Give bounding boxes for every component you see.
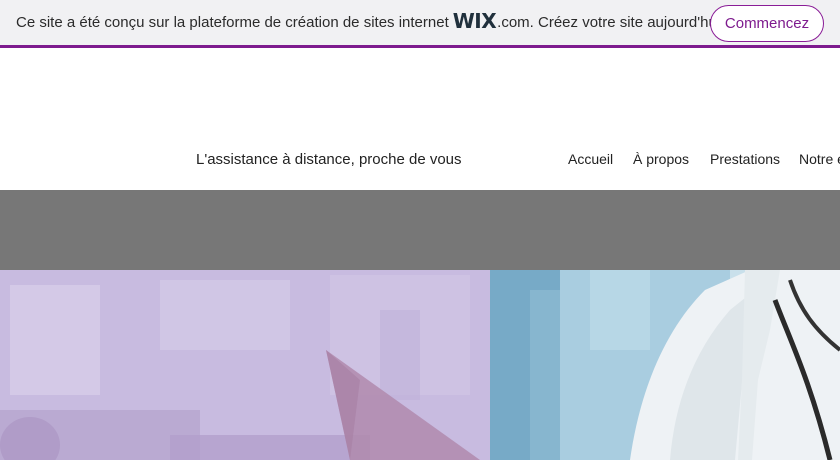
start-button[interactable]: Commencez [710, 5, 824, 42]
hero-image-right [490, 270, 840, 460]
site-header: L'assistance à distance, proche de vous … [0, 51, 840, 190]
banner-text-before: Ce site a été conçu sur la plateforme de… [16, 14, 449, 31]
wix-promo-banner: Ce site a été conçu sur la plateforme de… [0, 0, 840, 48]
nav-item-prestations[interactable]: Prestations [710, 151, 780, 167]
hero-image-left [0, 270, 490, 460]
banner-text-after: .com. Créez votre site aujourd'hui. [497, 14, 725, 31]
nav-item-accueil[interactable]: Accueil [568, 151, 613, 167]
blurred-office-background [0, 270, 490, 460]
banner-message: Ce site a été conçu sur la plateforme de… [16, 0, 724, 45]
wix-logo[interactable]: WIX [453, 9, 497, 33]
nav-item-notre-equipe[interactable]: Notre équipe [799, 151, 840, 167]
main-nav: Accueil À propos Prestations Notre équip… [0, 151, 840, 171]
nav-item-a-propos[interactable]: À propos [633, 151, 689, 167]
grey-strip [0, 190, 840, 270]
doctor-photo [490, 270, 840, 460]
hero-section [0, 270, 840, 460]
